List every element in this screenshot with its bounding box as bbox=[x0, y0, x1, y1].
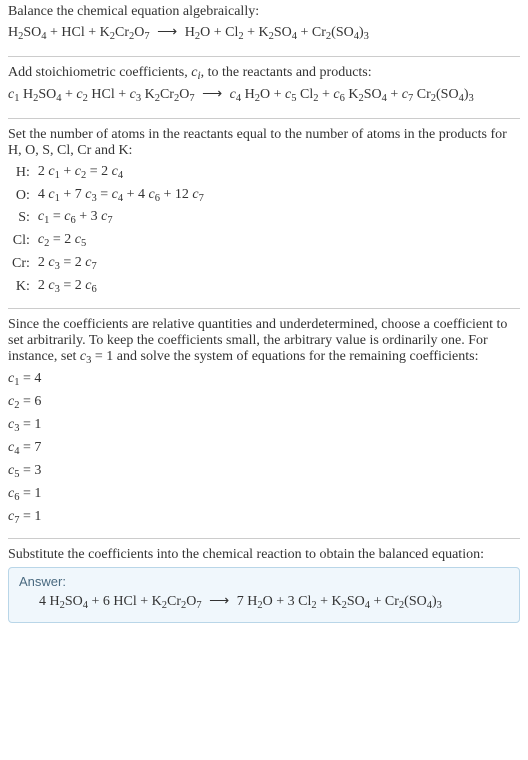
element-label: Cl: bbox=[8, 229, 34, 252]
element-eq: 2 c1 + c2 = 2 c4 bbox=[34, 161, 208, 184]
list-item: c1 = 4 bbox=[8, 368, 520, 391]
list-item: c7 = 1 bbox=[8, 506, 520, 529]
answer-lhs: 4 H2SO4 + 6 HCl + K2Cr2O7 bbox=[39, 594, 202, 609]
table-row: K:2 c3 = 2 c6 bbox=[8, 275, 208, 298]
element-eq: c1 = c6 + 3 c7 bbox=[34, 206, 208, 229]
unbalanced-equation: H2SO4 + HCl + K2Cr2O7 ⟶ H2O + Cl2 + K2SO… bbox=[8, 22, 520, 46]
arrow-icon: ⟶ bbox=[205, 594, 233, 609]
caption-add-coeff: Add stoichiometric coefficients, ci, to … bbox=[8, 65, 520, 82]
caption-add-coeff-b: , to the reactants and products: bbox=[201, 65, 372, 80]
table-row: S:c1 = c6 + 3 c7 bbox=[8, 206, 208, 229]
list-item: c2 = 6 bbox=[8, 391, 520, 414]
arrow-icon: ⟶ bbox=[198, 87, 226, 102]
table-row: H:2 c1 + c2 = 2 c4 bbox=[8, 161, 208, 184]
table-row: Cr:2 c3 = 2 c7 bbox=[8, 252, 208, 275]
element-eq: 4 c1 + 7 c3 = c4 + 4 c6 + 12 c7 bbox=[34, 184, 208, 207]
section-add-coefficients: Add stoichiometric coefficients, ci, to … bbox=[8, 56, 520, 118]
list-item: c4 = 7 bbox=[8, 437, 520, 460]
section-answer: Substitute the coefficients into the che… bbox=[8, 538, 520, 632]
caption-add-coeff-a: Add stoichiometric coefficients, bbox=[8, 65, 191, 80]
eq-rhs: H2O + Cl2 + K2SO4 + Cr2(SO4)3 bbox=[185, 25, 369, 40]
balance-equations-table: H:2 c1 + c2 = 2 c4 O:4 c1 + 7 c3 = c4 + … bbox=[8, 161, 208, 298]
coeff-eq-lhs: c1 H2SO4 + c2 HCl + c3 K2Cr2O7 bbox=[8, 87, 195, 102]
caption-substitute: Substitute the coefficients into the che… bbox=[8, 547, 520, 563]
ci-symbol: ci bbox=[191, 65, 200, 80]
arrow-icon: ⟶ bbox=[153, 25, 181, 40]
answer-label: Answer: bbox=[19, 574, 509, 589]
list-item: c3 = 1 bbox=[8, 414, 520, 437]
caption-solve: Since the coefficients are relative quan… bbox=[8, 317, 520, 366]
list-item: c5 = 3 bbox=[8, 460, 520, 483]
caption-balance: Balance the chemical equation algebraica… bbox=[8, 4, 520, 20]
section-solve-coefficients: Since the coefficients are relative quan… bbox=[8, 308, 520, 538]
answer-rhs: 7 H2O + 3 Cl2 + K2SO4 + Cr2(SO4)3 bbox=[237, 594, 442, 609]
element-label: O: bbox=[8, 184, 34, 207]
coeff-equation: c1 H2SO4 + c2 HCl + c3 K2Cr2O7 ⟶ c4 H2O … bbox=[8, 84, 520, 108]
eq-lhs: H2SO4 + HCl + K2Cr2O7 bbox=[8, 25, 150, 40]
section-balance-intro: Balance the chemical equation algebraica… bbox=[8, 4, 520, 56]
balanced-equation: 4 H2SO4 + 6 HCl + K2Cr2O7 ⟶ 7 H2O + 3 Cl… bbox=[19, 593, 509, 611]
element-eq: 2 c3 = 2 c6 bbox=[34, 275, 208, 298]
caption-atom-balance: Set the number of atoms in the reactants… bbox=[8, 127, 520, 159]
element-label: K: bbox=[8, 275, 34, 298]
coefficient-list: c1 = 4 c2 = 6 c3 = 1 c4 = 7 c5 = 3 c6 = … bbox=[8, 368, 520, 528]
answer-box: Answer: 4 H2SO4 + 6 HCl + K2Cr2O7 ⟶ 7 H2… bbox=[8, 567, 520, 622]
table-row: O:4 c1 + 7 c3 = c4 + 4 c6 + 12 c7 bbox=[8, 184, 208, 207]
element-label: S: bbox=[8, 206, 34, 229]
table-row: Cl:c2 = 2 c5 bbox=[8, 229, 208, 252]
element-label: H: bbox=[8, 161, 34, 184]
element-label: Cr: bbox=[8, 252, 34, 275]
list-item: c6 = 1 bbox=[8, 483, 520, 506]
section-atom-balance: Set the number of atoms in the reactants… bbox=[8, 118, 520, 308]
coeff-eq-rhs: c4 H2O + c5 Cl2 + c6 K2SO4 + c7 Cr2(SO4)… bbox=[230, 87, 474, 102]
element-eq: 2 c3 = 2 c7 bbox=[34, 252, 208, 275]
element-eq: c2 = 2 c5 bbox=[34, 229, 208, 252]
